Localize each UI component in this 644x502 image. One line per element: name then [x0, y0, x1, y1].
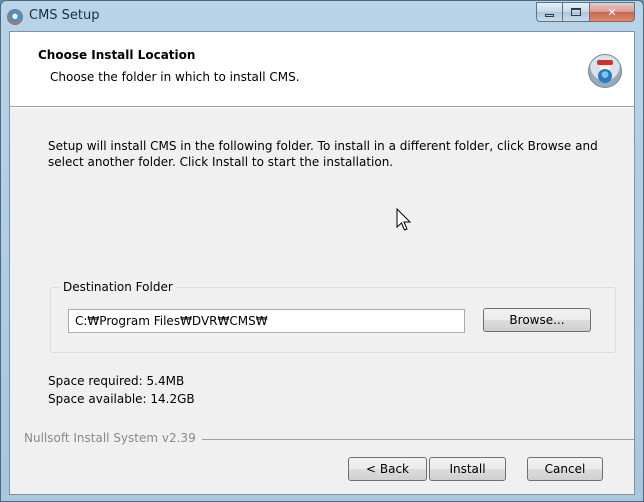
cancel-button[interactable]: Cancel — [527, 457, 603, 481]
minimize-button[interactable] — [536, 2, 563, 22]
caption-buttons: ✕ — [536, 2, 635, 22]
page-subtitle: Choose the folder in which to install CM… — [50, 70, 300, 84]
install-button[interactable]: Install — [429, 457, 506, 481]
space-required-text: Space required: 5.4MB — [48, 374, 185, 388]
branding-text: Nullsoft Install System v2.39 — [10, 431, 202, 445]
destination-folder-label: Destination Folder — [59, 280, 177, 294]
page-header: Choose Install Location Choose the folde… — [10, 32, 634, 108]
space-available-text: Space available: 14.2GB — [48, 392, 195, 406]
minimize-icon — [545, 14, 554, 17]
setup-window: CMS Setup ✕ Choose Install Location Choo… — [0, 0, 644, 502]
installer-disk-icon — [588, 54, 622, 88]
destination-path-input[interactable] — [68, 309, 465, 333]
page-title: Choose Install Location — [38, 48, 196, 62]
close-button[interactable]: ✕ — [590, 2, 635, 22]
maximize-icon — [571, 8, 581, 16]
destination-folder-group: Destination Folder Browse... — [50, 280, 616, 353]
setup-icon — [7, 9, 23, 25]
maximize-button[interactable] — [563, 2, 590, 22]
back-button[interactable]: < Back — [348, 457, 427, 481]
install-description: Setup will install CMS in the following … — [48, 139, 598, 169]
title-bar[interactable]: CMS Setup ✕ — [1, 1, 643, 31]
dialog-client-area: Choose Install Location Choose the folde… — [9, 31, 635, 495]
mouse-pointer-icon — [396, 208, 412, 231]
browse-button[interactable]: Browse... — [483, 308, 591, 332]
close-icon: ✕ — [607, 5, 617, 19]
window-title: CMS Setup — [29, 8, 100, 23]
